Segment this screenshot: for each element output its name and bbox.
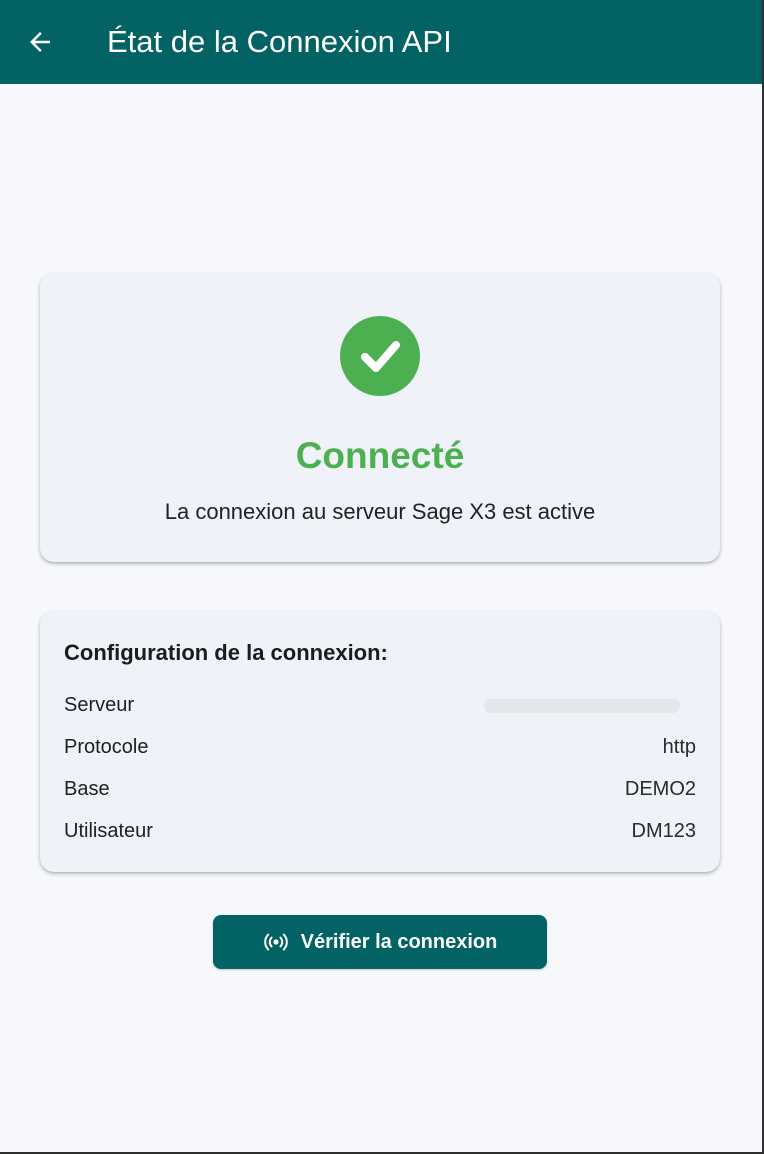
page-title: État de la Connexion API	[107, 24, 452, 59]
app-screen: État de la Connexion API Connecté La con…	[0, 0, 764, 1154]
config-label-database: Base	[64, 778, 110, 800]
app-bar: État de la Connexion API	[0, 0, 762, 84]
verify-connection-label: Vérifier la connexion	[300, 931, 498, 953]
config-title: Configuration de la connexion:	[64, 640, 388, 665]
config-row-server: Serveur	[64, 690, 696, 720]
config-row-protocol: Protocole http	[64, 732, 696, 762]
arrow-back-icon	[30, 32, 50, 52]
config-value-protocol: http	[662, 736, 696, 758]
broadcast-signal-icon	[263, 933, 289, 951]
config-label-user: Utilisateur	[64, 820, 153, 842]
config-value-database: DEMO2	[624, 778, 696, 800]
redacted-server-value	[484, 699, 680, 713]
status-card: Connecté La connexion au serveur Sage X3…	[40, 273, 720, 562]
check-circle-icon	[340, 316, 420, 396]
config-row-database: Base DEMO2	[64, 774, 696, 804]
config-row-user: Utilisateur DM123	[64, 816, 696, 846]
status-message: La connexion au serveur Sage X3 est acti…	[164, 499, 596, 524]
connection-config-card: Configuration de la connexion: Serveur P…	[40, 611, 720, 872]
config-value-user: DM123	[631, 820, 696, 842]
back-button[interactable]	[20, 22, 60, 62]
status-title: Connecté	[295, 435, 465, 476]
verify-connection-button[interactable]: Vérifier la connexion	[213, 915, 547, 969]
config-label-protocol: Protocole	[64, 736, 149, 758]
config-label-server: Serveur	[64, 694, 135, 716]
